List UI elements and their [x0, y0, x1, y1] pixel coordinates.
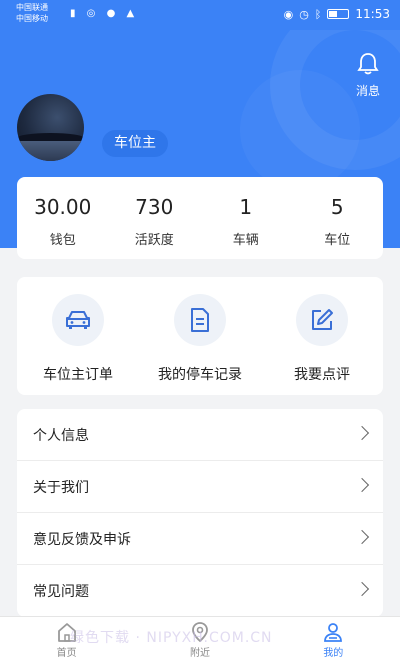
alarm-icon: ◷ — [299, 7, 309, 21]
home-icon — [57, 623, 76, 642]
menu-label: 意见反馈及申诉 — [33, 531, 131, 548]
menu-item-faq[interactable]: 常见问题 — [17, 565, 383, 617]
nav-label: 我的 — [323, 648, 344, 659]
status-bar: 中国联通 中国移动 ▮ ◎ ● ▲ ◉ ◷ ᛒ 11:53 — [0, 0, 400, 30]
action-label: 我要点评 — [294, 367, 350, 383]
stat-wallet[interactable]: 30.00 钱包 — [17, 177, 109, 259]
stat-value: 5 — [330, 195, 344, 219]
action-label: 车位主订单 — [43, 367, 113, 383]
clock: 11:53 — [355, 7, 390, 21]
nav-nearby[interactable]: 附近 — [133, 617, 266, 660]
carrier-info: 中国联通 中国移动 — [16, 2, 48, 24]
menu-item-about-us[interactable]: 关于我们 — [17, 461, 383, 513]
bell-icon — [357, 53, 379, 75]
eye-icon: ◉ — [283, 7, 294, 21]
stat-value: 1 — [239, 195, 253, 219]
battery-icon — [327, 9, 350, 19]
nav-home[interactable]: 首页 — [0, 617, 133, 660]
stat-label: 车位 — [324, 233, 351, 248]
settings-menu: 个人信息 关于我们 意见反馈及申诉 常见问题 — [17, 409, 383, 617]
messages-label: 消息 — [355, 84, 380, 98]
user-icon — [324, 623, 343, 642]
stat-activity[interactable]: 730 活跃度 — [109, 177, 201, 259]
chevron-right-icon — [354, 425, 370, 441]
stats-card: 30.00 钱包 730 活跃度 1 车辆 5 车位 — [17, 177, 383, 259]
chevron-right-icon — [354, 581, 370, 597]
menu-label: 关于我们 — [33, 479, 89, 496]
avatar[interactable] — [17, 94, 84, 161]
carrier-1: 中国联通 — [16, 3, 48, 12]
menu-label: 常见问题 — [33, 584, 89, 600]
quick-actions-card: 车位主订单 我的停车记录 我要点评 — [17, 277, 383, 395]
edit-icon — [312, 309, 333, 330]
carrier-2: 中国移动 — [16, 14, 48, 23]
messages-button[interactable]: 消息 — [352, 52, 384, 99]
bottom-nav: 首页 附近 我的 — [0, 616, 400, 660]
stat-value: 730 — [135, 195, 174, 219]
menu-item-feedback[interactable]: 意见反馈及申诉 — [17, 513, 383, 565]
stat-value: 30.00 — [34, 195, 92, 219]
menu-label: 个人信息 — [33, 427, 89, 444]
role-badge: 车位主 — [102, 130, 168, 157]
stat-label: 钱包 — [49, 233, 76, 248]
notification-icons: ▮ ◎ ● ▲ — [70, 8, 139, 19]
bluetooth-icon: ᛒ — [314, 7, 322, 21]
parking-records-button[interactable]: 我的停车记录 — [139, 277, 261, 395]
nav-label: 首页 — [56, 648, 77, 659]
status-right: ◉ ◷ ᛒ 11:53 — [284, 7, 390, 21]
car-icon — [66, 311, 90, 329]
owner-orders-button[interactable]: 车位主订单 — [17, 277, 139, 395]
nav-label: 附近 — [189, 648, 210, 659]
stat-label: 活跃度 — [134, 233, 174, 248]
chevron-right-icon — [354, 529, 370, 545]
nav-mine[interactable]: 我的 — [267, 617, 400, 660]
stat-vehicles[interactable]: 1 车辆 — [200, 177, 292, 259]
chevron-right-icon — [354, 477, 370, 493]
action-label: 我的停车记录 — [158, 367, 242, 383]
header-decoration-inner — [240, 70, 360, 190]
location-icon — [192, 622, 208, 643]
stat-label: 车辆 — [232, 233, 259, 248]
menu-item-personal-info[interactable]: 个人信息 — [17, 409, 383, 461]
document-icon — [191, 308, 209, 332]
write-review-button[interactable]: 我要点评 — [261, 277, 383, 395]
stat-parking-spaces[interactable]: 5 车位 — [292, 177, 384, 259]
